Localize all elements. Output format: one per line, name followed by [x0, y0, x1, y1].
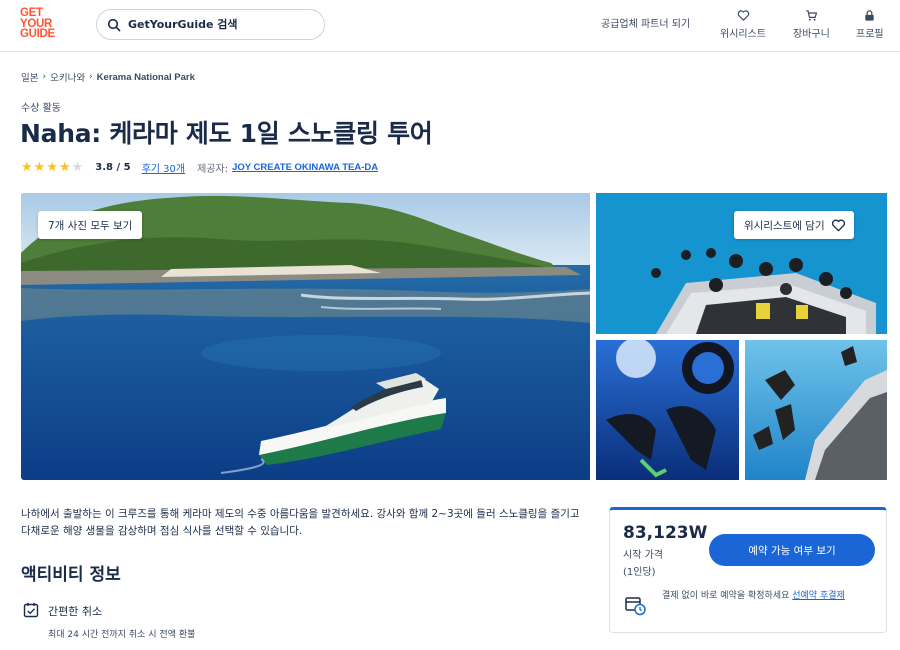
logo[interactable]: GET YOUR GUIDE	[20, 8, 64, 40]
booking-card: 83,123W 시작 가격 (1인당) 예약 가능 여부 보기 결제 없이 바로…	[609, 507, 887, 633]
nav-cart[interactable]: 장바구니	[793, 9, 830, 40]
page-title: Naha: 케라마 제도 1일 스노클링 투어	[20, 119, 433, 148]
calendar-clock-icon	[625, 597, 646, 616]
breadcrumb-item-okinawa[interactable]: 오키나와	[50, 70, 85, 84]
nav-cart-label: 장바구니	[793, 29, 830, 40]
star-empty-icon: ★	[71, 160, 84, 175]
price-label: 시작 가격	[623, 550, 663, 561]
calendar-check-icon	[23, 602, 39, 618]
site-header: GET YOUR GUIDE 공급업체 파트너 되기 위시리스트 장바구니 프로…	[0, 0, 900, 52]
view-all-photos-button[interactable]: 7개 사진 모두 보기	[38, 211, 143, 239]
search-bar[interactable]	[96, 9, 325, 40]
nav-wishlist[interactable]: 위시리스트	[720, 9, 766, 40]
search-icon	[107, 18, 121, 31]
logo-line-1: GET	[20, 7, 43, 19]
breadcrumb-item-japan[interactable]: 일본	[21, 70, 38, 84]
price: 83,123W	[623, 523, 708, 543]
activity-description: 나하에서 출발하는 이 크루즈를 통해 케라마 제도의 수중 아름다움을 발견하…	[21, 508, 580, 537]
star-icon: ★	[33, 160, 46, 175]
add-to-wishlist-button[interactable]: 위시리스트에 담기	[734, 211, 854, 239]
underwater-photo	[596, 340, 739, 480]
section-title-activity-info: 액티비티 정보	[21, 565, 121, 585]
reserve-note-text: 결제 없이 바로 예약을 확정하세요	[662, 591, 790, 601]
provider-link[interactable]: JOY CREATE OKINAWA TEA-DA	[232, 162, 378, 173]
rating-stars: ★ ★ ★ ★ ★	[21, 161, 83, 174]
price-unit: (1인당)	[623, 567, 656, 578]
gallery-photo-jump[interactable]	[745, 340, 887, 480]
reviews-link[interactable]: 후기 30개	[142, 160, 186, 175]
profile-icon	[865, 10, 874, 21]
partner-link[interactable]: 공급업체 파트너 되기	[601, 15, 690, 30]
rating-value: 3.8 / 5	[95, 162, 131, 173]
provider-label: 제공자:	[197, 164, 229, 175]
chevron-right-icon: ›	[42, 72, 47, 82]
gallery-photo-underwater[interactable]	[596, 340, 739, 480]
nav-profile[interactable]: 프로필	[856, 9, 884, 40]
reserve-now-pay-later-link[interactable]: 선예약 후결제	[792, 591, 845, 601]
feature-free-cancellation-desc: 최대 24 시간 전까지 취소 시 전액 환불	[48, 630, 196, 640]
reserve-now-pay-later-note: 결제 없이 바로 예약을 확정하세요 선예약 후결제	[662, 589, 878, 604]
boat-jump-photo	[745, 340, 887, 480]
nav-profile-label: 프로필	[856, 29, 884, 40]
feature-free-cancellation-title: 간편한 취소	[48, 605, 103, 618]
breadcrumb-item-kerama[interactable]: Kerama National Park	[97, 72, 195, 83]
search-input[interactable]	[128, 18, 318, 31]
chevron-right-icon: ›	[89, 72, 93, 82]
add-to-wishlist-label: 위시리스트에 담기	[744, 219, 825, 232]
breadcrumb: 일본 › 오키나와 › Kerama National Park	[21, 70, 195, 85]
star-icon: ★	[46, 160, 58, 175]
cart-icon	[806, 10, 817, 21]
heart-icon	[737, 10, 749, 21]
star-icon: ★	[58, 160, 71, 175]
nav-wishlist-label: 위시리스트	[720, 29, 766, 40]
rating-row: ★ ★ ★ ★ ★ 3.8 / 5 후기 30개 제공자: JOY CREATE…	[21, 160, 378, 175]
check-availability-button[interactable]: 예약 가능 여부 보기	[709, 534, 875, 566]
heart-icon	[831, 219, 845, 231]
logo-line-3: GUIDE	[20, 28, 55, 40]
star-icon: ★	[21, 160, 33, 175]
activity-category: 수상 활동	[21, 103, 61, 114]
